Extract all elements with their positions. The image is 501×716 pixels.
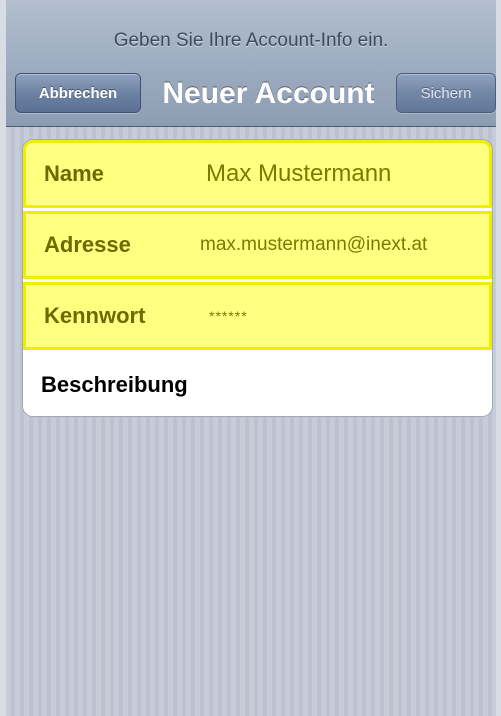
name-input[interactable]: Max Mustermann [206,160,391,188]
cancel-button[interactable]: Abbrechen [15,73,141,113]
save-button[interactable]: Sichern [396,73,496,113]
password-label: Kennwort [44,303,146,328]
address-input[interactable]: max.mustermann@inext.at [200,234,427,256]
name-label: Name [44,161,104,186]
password-field-row[interactable]: Kennwort ****** [23,282,492,350]
name-field-row[interactable]: Name Max Mustermann [23,140,492,208]
address-label: Adresse [44,232,131,257]
page-title: Neuer Account [162,77,375,110]
password-input[interactable]: ****** [209,308,248,324]
screen: Geben Sie Ihre Account-Info ein. Abbrech… [0,0,501,716]
description-label: Beschreibung [41,372,188,397]
account-form: Name Max Mustermann Adresse max.musterma… [22,139,493,417]
description-field-row[interactable]: Beschreibung [23,352,492,416]
navigation-bar: Geben Sie Ihre Account-Info ein. Abbrech… [6,0,496,127]
address-field-row[interactable]: Adresse max.mustermann@inext.at [23,211,492,279]
prompt-text: Geben Sie Ihre Account-Info ein. [113,30,389,51]
